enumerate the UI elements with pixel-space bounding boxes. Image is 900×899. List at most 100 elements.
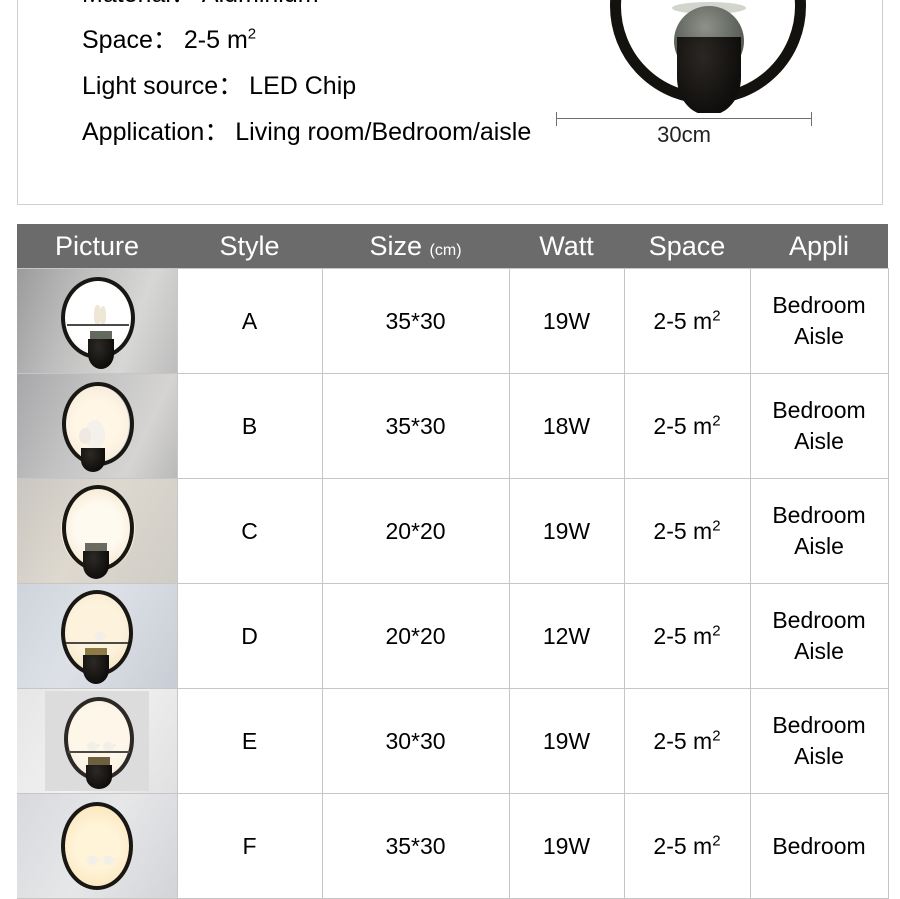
cell-appli-a-line1: Bedroom bbox=[772, 292, 866, 318]
cell-picture-e bbox=[17, 688, 178, 794]
cell-appli-a: Bedroom Aisle bbox=[749, 268, 889, 374]
cell-space-f-superscript: 2 bbox=[712, 831, 721, 849]
cell-space-b-value: 2-5 m bbox=[653, 412, 713, 439]
cell-style-e: E bbox=[176, 688, 323, 794]
lamp-thumbnail-f bbox=[17, 794, 176, 898]
cell-appli-c: Bedroom Aisle bbox=[749, 478, 889, 584]
cell-style-c: C bbox=[176, 478, 323, 584]
column-header-picture-label: Picture bbox=[54, 230, 140, 261]
cell-appli-f-line1: Bedroom bbox=[772, 832, 866, 859]
cell-picture-f bbox=[17, 793, 178, 899]
cell-style-b: B bbox=[176, 373, 323, 479]
cell-space-e: 2-5 m2 bbox=[623, 688, 751, 794]
cell-space-b-superscript: 2 bbox=[712, 411, 721, 429]
table-row: D 20*20 12W 2-5 m2 Bedroom Aisle bbox=[17, 583, 889, 689]
cell-style-d: D bbox=[176, 583, 323, 689]
spec-label-space: Space bbox=[82, 26, 153, 54]
cell-picture-d bbox=[17, 583, 178, 689]
cell-appli-a-line2: Aisle bbox=[794, 323, 844, 349]
spec-label-application: Application bbox=[82, 118, 205, 146]
table-row: E 30*30 19W 2-5 m2 Bedroom Aisle bbox=[17, 688, 889, 794]
cell-space-c-value: 2-5 m bbox=[653, 517, 713, 544]
cell-space-a-superscript: 2 bbox=[712, 306, 721, 324]
dimension-line bbox=[556, 118, 812, 119]
dimension-label: 30cm bbox=[657, 122, 711, 147]
cell-space-d-superscript: 2 bbox=[712, 621, 721, 639]
cell-style-a: A bbox=[176, 268, 323, 374]
product-spec-page: Material： Aluminium Space： 2-5 m2 Light … bbox=[0, 0, 900, 899]
spec-colon-material: ： bbox=[171, 0, 196, 8]
table-row: B 35*30 18W 2-5 m2 Bedroom Aisle bbox=[17, 373, 889, 479]
cell-space-e-superscript: 2 bbox=[712, 726, 721, 744]
cell-size-f: 35*30 bbox=[321, 793, 510, 899]
table-row: C 20*20 19W 2-5 m2 Bedroom Aisle bbox=[17, 478, 889, 584]
product-photo bbox=[548, 0, 868, 113]
cell-space-d: 2-5 m2 bbox=[623, 583, 751, 689]
cell-watt-d: 12W bbox=[508, 583, 625, 689]
column-header-appli: Appli bbox=[750, 224, 888, 269]
cell-size-d: 20*20 bbox=[321, 583, 510, 689]
cell-appli-d: Bedroom Aisle bbox=[749, 583, 889, 689]
spec-colon-application: ： bbox=[204, 118, 229, 146]
column-header-watt: Watt bbox=[509, 224, 624, 269]
cell-appli-c-line1: Bedroom bbox=[772, 502, 866, 528]
cell-watt-c: 19W bbox=[508, 478, 625, 584]
cell-appli-e: Bedroom Aisle bbox=[749, 688, 889, 794]
cell-space-e-value: 2-5 m bbox=[653, 727, 713, 754]
spec-row-application: Application： Living room/Bedroom/aisle bbox=[82, 117, 602, 147]
spec-value-space: 2-5 m bbox=[183, 26, 248, 54]
column-header-appli-label: Appli bbox=[788, 230, 850, 261]
cell-appli-b: Bedroom Aisle bbox=[749, 373, 889, 479]
cell-appli-b-line2: Aisle bbox=[794, 428, 844, 454]
cell-style-f: F bbox=[176, 793, 323, 899]
lamp-thumbnail-e bbox=[17, 689, 176, 793]
spec-value-space-superscript: 2 bbox=[247, 25, 257, 43]
table-row: A 35*30 19W 2-5 m2 Bedroom Aisle bbox=[17, 268, 889, 374]
cell-space-a: 2-5 m2 bbox=[623, 268, 751, 374]
cell-watt-a: 19W bbox=[508, 268, 625, 374]
lamp-thumbnail-b bbox=[17, 374, 176, 478]
cell-appli-e-line1: Bedroom bbox=[772, 712, 866, 738]
cell-watt-b: 18W bbox=[508, 373, 625, 479]
spec-label-material: Material bbox=[82, 0, 171, 8]
table-header: Picture Style Size (cm) Watt Space Appli bbox=[17, 224, 888, 269]
cell-space-d-value: 2-5 m bbox=[653, 622, 713, 649]
column-header-style-label: Style bbox=[219, 230, 280, 261]
cell-appli-d-line1: Bedroom bbox=[772, 607, 866, 633]
cell-picture-c bbox=[17, 478, 178, 584]
cell-appli-c-line2: Aisle bbox=[794, 533, 844, 559]
dimension-indicator: 30cm bbox=[553, 110, 815, 150]
spec-row-space: Space： 2-5 m2 bbox=[82, 25, 602, 55]
spec-row-material: Material： Aluminium bbox=[82, 0, 602, 9]
spec-value-light-source: LED Chip bbox=[249, 72, 357, 100]
cell-space-f-value: 2-5 m bbox=[653, 832, 713, 859]
cell-watt-f: 19W bbox=[508, 793, 625, 899]
column-header-size-unit: (cm) bbox=[429, 241, 462, 259]
cell-appli-b-line1: Bedroom bbox=[772, 397, 866, 423]
cell-size-e: 30*30 bbox=[321, 688, 510, 794]
column-header-picture: Picture bbox=[17, 224, 177, 269]
cell-space-a-value: 2-5 m bbox=[653, 307, 713, 334]
cell-space-c-superscript: 2 bbox=[712, 516, 721, 534]
lamp-thumbnail-d bbox=[17, 584, 176, 688]
cell-picture-b bbox=[17, 373, 178, 479]
column-header-size: Size (cm) bbox=[322, 224, 509, 269]
table-body: A 35*30 19W 2-5 m2 Bedroom Aisle B 35*30… bbox=[17, 268, 889, 899]
cell-appli-d-line2: Aisle bbox=[794, 638, 844, 664]
cell-space-f: 2-5 m2 bbox=[623, 793, 751, 899]
column-header-space: Space bbox=[624, 224, 750, 269]
specification-list: Material： Aluminium Space： 2-5 m2 Light … bbox=[82, 0, 602, 147]
spec-colon-space: ： bbox=[152, 26, 178, 54]
spec-value-material: Aluminium bbox=[202, 0, 319, 8]
cell-space-b: 2-5 m2 bbox=[623, 373, 751, 479]
column-header-watt-label: Watt bbox=[539, 230, 594, 261]
cell-watt-e: 19W bbox=[508, 688, 625, 794]
cell-picture-a bbox=[17, 268, 178, 374]
spec-row-light-source: Light source： LED Chip bbox=[82, 71, 602, 101]
cell-size-b: 35*30 bbox=[321, 373, 510, 479]
cell-space-c: 2-5 m2 bbox=[623, 478, 751, 584]
table-header-row: Picture Style Size (cm) Watt Space Appli bbox=[17, 224, 888, 269]
product-variant-table: Picture Style Size (cm) Watt Space Appli bbox=[17, 224, 889, 899]
lamp-thumbnail-c bbox=[17, 479, 176, 583]
spec-label-light-source: Light source bbox=[82, 72, 219, 100]
